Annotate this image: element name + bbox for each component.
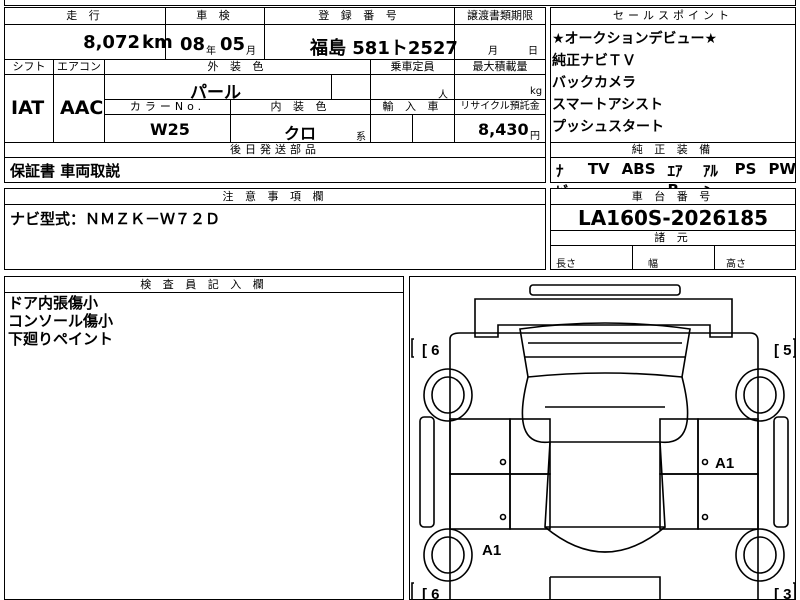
top-strip <box>4 0 796 6</box>
mileage-header: 走 行 <box>4 7 166 25</box>
sales-point-item: プッシュスタート <box>552 119 664 135</box>
later-parts-value: 保証書 車両取説 <box>10 162 121 180</box>
corner-label-top-right: [ 5 <box>774 342 792 359</box>
inspection-year: 08 <box>180 34 206 55</box>
plate-number: 福島 581ト2527 <box>310 38 458 59</box>
width-cell <box>632 245 715 270</box>
exterior-color-header: 外 装 色 <box>104 59 371 75</box>
recycle-fee-value: 8,430 <box>478 120 529 139</box>
car-diagram: [ 6 [ 5 [ 6 [ 3 A1 A1 <box>411 284 795 600</box>
interior-color-value: クロ <box>284 124 317 143</box>
mileage-value: 8,072 <box>83 32 140 53</box>
sales-point-item: 純正ナビＴＶ <box>552 53 636 69</box>
transfer-day: 日 <box>528 46 538 57</box>
dimensions-header: 諸 元 <box>550 230 796 246</box>
height-label: 高さ <box>726 259 746 270</box>
notes-header: 注 意 事 項 欄 <box>4 188 546 205</box>
length-label: 長さ <box>556 259 576 270</box>
corner-label-top-left: [ 6 <box>422 342 440 359</box>
recycle-header: リサイクル預託金 <box>454 99 546 115</box>
inspection-month-unit: 月 <box>246 46 256 57</box>
max-load-header: 最大積載量 <box>454 59 546 75</box>
chassis-number: LA160S-2026185 <box>577 206 769 230</box>
inspection-year-unit: 年 <box>206 46 216 57</box>
inspector-header: 検 査 員 記 入 欄 <box>4 276 404 293</box>
color-no-value: W25 <box>150 120 190 139</box>
transfer-deadline-header: 譲渡書類期限 <box>454 7 546 25</box>
import-cell-b <box>412 114 455 143</box>
shift-header: シフト <box>4 59 54 75</box>
width-label: 幅 <box>648 259 658 270</box>
sales-point-item: スマートアシスト <box>552 97 664 113</box>
inspector-notes: ドア内張傷小 コンソール傷小 下廻りペイント <box>8 294 113 348</box>
equipment-header: 純 正 装 備 <box>550 142 796 158</box>
import-cell-a <box>370 114 413 143</box>
sales-points-header: セールスポイント <box>550 7 796 25</box>
later-parts-header: 後日発送部品 <box>4 142 546 158</box>
capacity-header: 乗車定員 <box>370 59 455 75</box>
inspection-month: 05 <box>220 34 246 55</box>
inspector-note: ドア内張傷小 <box>8 294 99 312</box>
registration-header: 登 録 番 号 <box>264 7 455 25</box>
recycle-fee-unit: 円 <box>530 131 540 142</box>
shift-value: IAT <box>11 97 45 119</box>
load-unit: kg <box>530 86 543 97</box>
inspector-note: 下廻りペイント <box>8 330 114 348</box>
sales-points-list: ★オークションデビュー★ 純正ナビＴＶ バックカメラ スマートアシスト プッシュ… <box>552 28 792 138</box>
sales-point-item: バックカメラ <box>552 75 636 91</box>
damage-mark-left: A1 <box>482 542 501 559</box>
damage-mark-right: A1 <box>715 455 734 472</box>
aircon-value: AAC <box>60 97 104 119</box>
inspection-header: 車 検 <box>165 7 265 25</box>
interior-color-header: 内 装 色 <box>230 99 371 115</box>
sales-point-item: ★オークションデビュー★ <box>552 31 718 47</box>
chassis-header: 車 台 番 号 <box>550 188 796 205</box>
color-no-header: カラーNo. <box>104 99 231 115</box>
exterior-color-side-cell <box>331 74 371 100</box>
car-diagram-box: [ 6 [ 5 [ 6 [ 3 A1 A1 <box>409 276 796 600</box>
transfer-month: 月 <box>488 46 498 57</box>
import-header: 輸 入 車 <box>370 99 455 115</box>
interior-color-suffix: 系 <box>356 132 366 143</box>
corner-label-bottom-left: [ 6 <box>422 586 440 600</box>
notes-value: ナビ型式：ＮＭＺＫ－Ｗ７２Ｄ <box>10 210 221 228</box>
inspector-note: コンソール傷小 <box>8 312 114 330</box>
corner-label-bottom-right: [ 3 <box>774 586 792 600</box>
aircon-header: エアコン <box>53 59 105 75</box>
